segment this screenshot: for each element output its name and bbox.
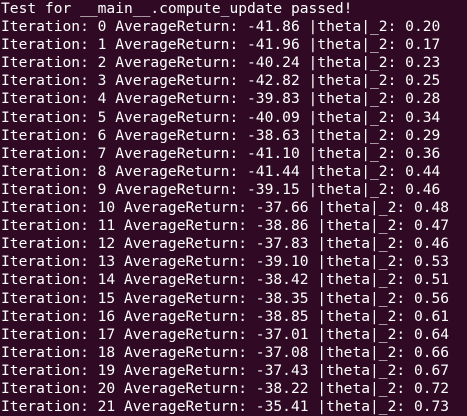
iteration-line-5: Iteration: 5 AverageReturn: -40.09 |thet… [1,108,441,126]
iteration-line-4: Iteration: 4 AverageReturn: -39.83 |thet… [1,90,441,108]
iteration-line-10: Iteration: 10 AverageReturn: -37.66 |the… [1,199,450,217]
iteration-line-9: Iteration: 9 AverageReturn: -39.15 |thet… [1,180,441,198]
iteration-line-1: Iteration: 1 AverageReturn: -41.96 |thet… [1,36,441,54]
iteration-line-18: Iteration: 18 AverageReturn: -37.08 |the… [1,343,450,361]
iteration-line-12: Iteration: 12 AverageReturn: -37.83 |the… [1,235,450,253]
iteration-line-17: Iteration: 17 AverageReturn: -37.01 |the… [1,325,450,343]
terminal-output[interactable]: Test for __main__.compute_update passed!… [0,0,467,416]
iteration-line-7: Iteration: 7 AverageReturn: -41.10 |thet… [1,144,441,162]
iteration-line-6: Iteration: 6 AverageReturn: -38.63 |thet… [1,126,441,144]
iteration-line-8: Iteration: 8 AverageReturn: -41.44 |thet… [1,162,441,180]
iteration-line-13: Iteration: 13 AverageReturn: -39.10 |the… [1,253,450,271]
iteration-line-14: Iteration: 14 AverageReturn: -38.42 |the… [1,271,450,289]
iteration-line-19: Iteration: 19 AverageReturn: -37.43 |the… [1,361,450,379]
iteration-line-20: Iteration: 20 AverageReturn: -38.22 |the… [1,379,450,397]
iteration-line-11: Iteration: 11 AverageReturn: -38.86 |the… [1,217,450,235]
iteration-line-21: Iteration: 21 AverageReturn: -35.41 |the… [1,398,450,416]
iteration-line-2: Iteration: 2 AverageReturn: -40.24 |thet… [1,54,441,72]
iteration-line-3: Iteration: 3 AverageReturn: -42.82 |thet… [1,72,441,90]
iteration-line-0: Iteration: 0 AverageReturn: -41.86 |thet… [1,18,441,36]
iteration-line-16: Iteration: 16 AverageReturn: -38.85 |the… [1,307,450,325]
iteration-line-15: Iteration: 15 AverageReturn: -38.35 |the… [1,289,450,307]
test-passed-line: Test for __main__.compute_update passed! [1,0,353,17]
